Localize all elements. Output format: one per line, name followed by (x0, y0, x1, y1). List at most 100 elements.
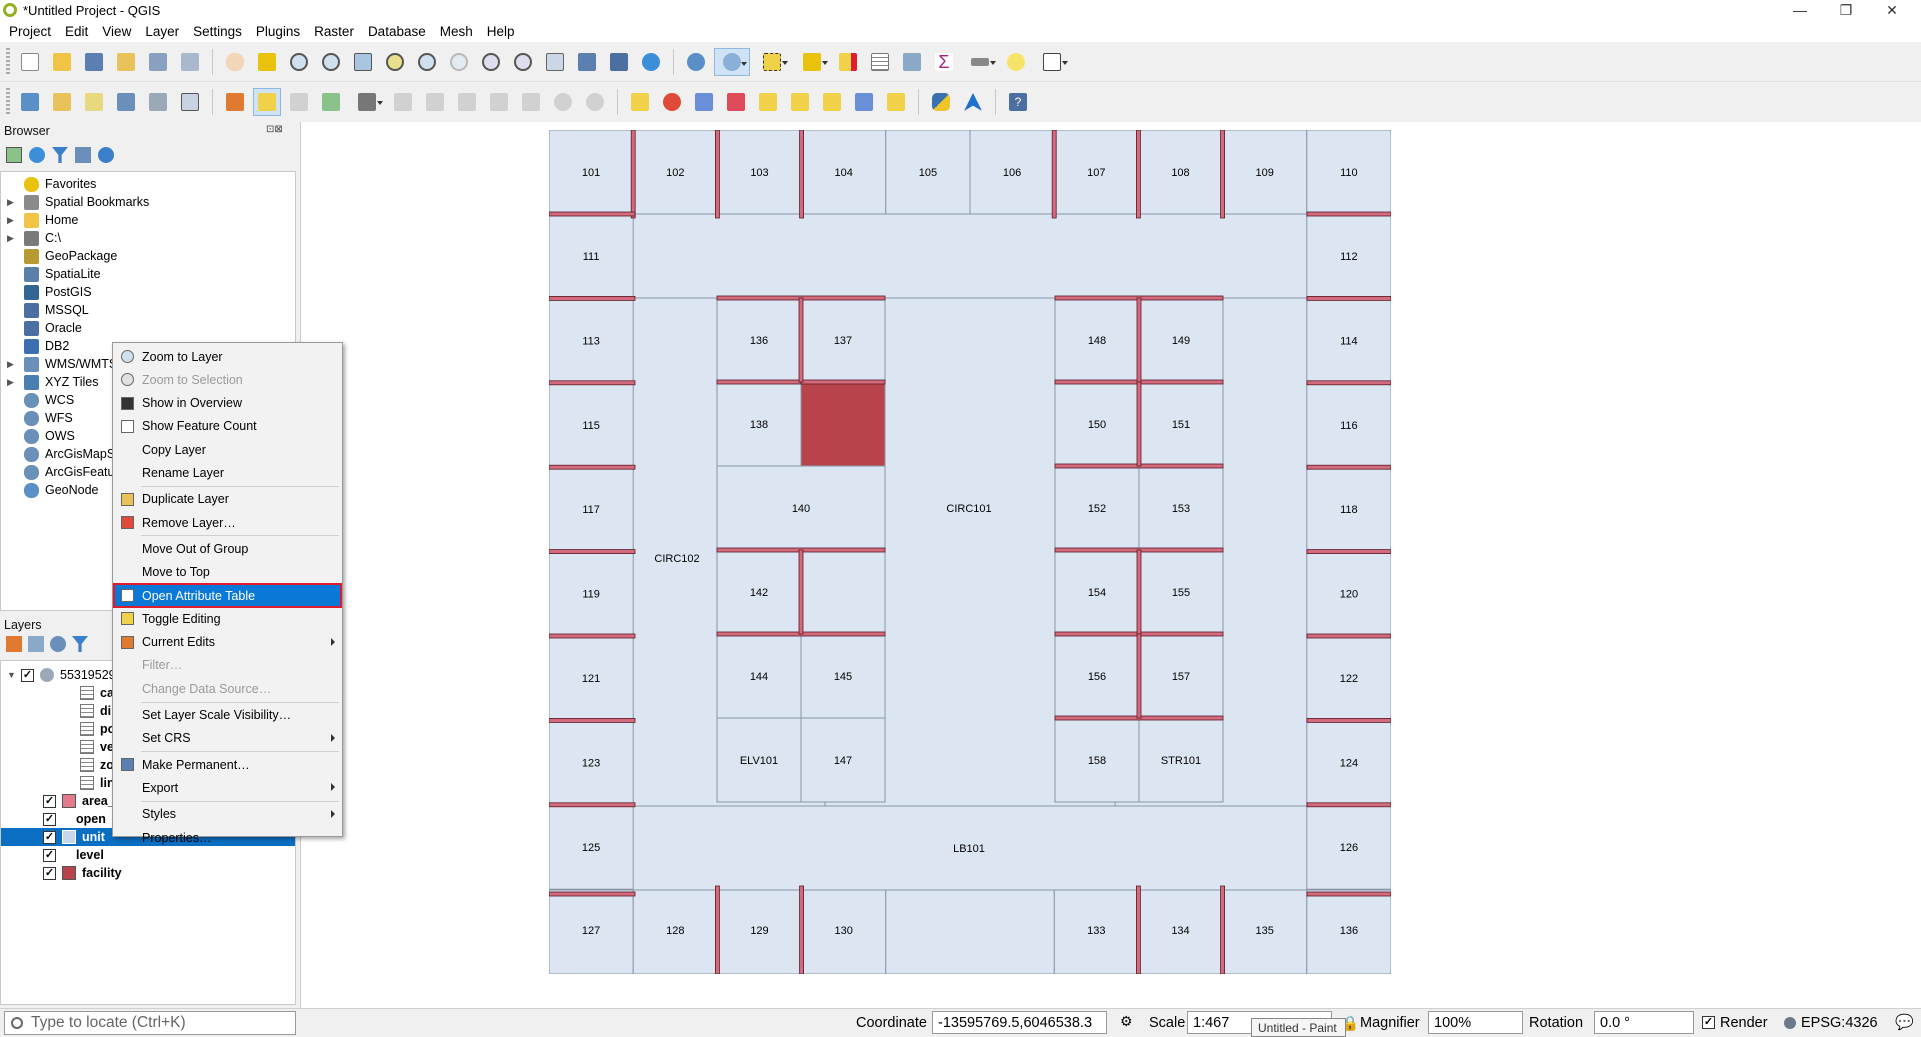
browser-item[interactable]: WCS (1, 391, 74, 409)
change-label-icon[interactable] (882, 88, 910, 116)
layer-diagram-icon[interactable] (658, 88, 686, 116)
context-menu-item[interactable]: Show in Overview (114, 392, 341, 415)
dock-buttons[interactable]: ⊡⊠ (266, 124, 283, 135)
context-menu-item[interactable]: Remove Layer… (114, 511, 341, 534)
magnifier-field[interactable]: 100% (1428, 1011, 1523, 1034)
toolbar-grip[interactable] (6, 47, 10, 76)
label-toolbar-icon[interactable] (626, 88, 654, 116)
toolbar-grip[interactable] (6, 88, 10, 116)
properties-icon[interactable] (98, 147, 114, 163)
python-console-icon[interactable] (927, 88, 955, 116)
new-bookmark-icon[interactable] (573, 48, 601, 76)
field-calculator-icon[interactable] (898, 48, 926, 76)
browser-item[interactable]: ▶ XYZ Tiles (1, 373, 99, 391)
browser-item[interactable]: MSSQL (1, 301, 89, 319)
text-annotation-icon[interactable] (1034, 48, 1070, 76)
menu-project[interactable]: Project (2, 24, 58, 39)
map-canvas[interactable]: 101 102 103 104 105 106 107 108 109 110 127 128 129 1… (300, 122, 1921, 1008)
identify-features-icon[interactable] (714, 47, 750, 76)
locator-search-input[interactable]: Type to locate (Ctrl+K) (4, 1011, 296, 1035)
layout-manager-icon[interactable] (176, 48, 204, 76)
zoom-full-icon[interactable] (349, 48, 377, 76)
new-shapefile-icon[interactable] (80, 88, 108, 116)
context-menu-item[interactable]: Set Layer Scale Visibility… (114, 704, 341, 727)
layer-visibility-checkbox[interactable]: ✓ (43, 848, 56, 862)
expand-arrow-icon[interactable]: ▶ (7, 197, 17, 208)
select-features-icon[interactable] (754, 48, 790, 76)
crs-label[interactable]: EPSG:4326 (1801, 1015, 1878, 1031)
context-menu-item[interactable]: Properties… (114, 826, 341, 849)
menu-database[interactable]: Database (361, 24, 433, 39)
pin-label-icon[interactable] (754, 88, 782, 116)
menu-raster[interactable]: Raster (307, 24, 361, 39)
crs-globe-icon[interactable] (1784, 1017, 1796, 1029)
menu-layer[interactable]: Layer (138, 24, 186, 39)
arrow-plugin-icon[interactable] (959, 88, 987, 116)
open-attribute-table-icon[interactable] (866, 48, 894, 76)
context-menu-item[interactable]: Set CRS (114, 727, 341, 750)
expand-arrow-icon[interactable]: ▶ (7, 359, 17, 370)
browser-item[interactable]: Oracle (1, 319, 82, 337)
data-source-manager-icon[interactable] (16, 88, 44, 116)
open-project-icon[interactable] (48, 48, 76, 76)
menu-help[interactable]: Help (480, 24, 522, 39)
browser-item[interactable]: ▶ Home (1, 211, 78, 229)
show-bookmarks-icon[interactable] (605, 48, 633, 76)
print-layout-icon[interactable] (144, 48, 172, 76)
select-by-value-icon[interactable] (794, 48, 830, 76)
layer-visibility-checkbox[interactable]: ✓ (43, 866, 56, 880)
zoom-native-icon[interactable] (445, 48, 473, 76)
new-geopackage-icon[interactable] (48, 88, 76, 116)
move-label-icon[interactable] (818, 88, 846, 116)
floorplan-map[interactable]: 101 102 103 104 105 106 107 108 109 110 127 128 129 1… (549, 130, 1391, 974)
filter-icon[interactable] (52, 147, 68, 163)
pan-icon[interactable] (221, 48, 249, 76)
unit-room[interactable] (800, 549, 886, 635)
browser-item[interactable]: SpatiaLite (1, 265, 101, 283)
measure-icon[interactable] (962, 48, 998, 76)
cut-features-icon[interactable] (453, 88, 481, 116)
menu-settings[interactable]: Settings (186, 24, 249, 39)
menu-mesh[interactable]: Mesh (433, 24, 480, 39)
identify-icon[interactable] (682, 48, 710, 76)
context-menu-item[interactable]: Show Feature Count (114, 415, 341, 438)
context-menu-item[interactable]: Export (114, 776, 341, 799)
browser-item[interactable]: PostGIS (1, 283, 92, 301)
undo-icon[interactable] (549, 88, 577, 116)
modify-attributes-icon[interactable] (389, 88, 417, 116)
new-spatialite-icon[interactable] (112, 88, 140, 116)
layer-visibility-checkbox[interactable]: ✓ (43, 830, 56, 844)
highlight-pinned-labels-icon[interactable] (690, 88, 718, 116)
context-menu-item[interactable]: Duplicate Layer (114, 488, 341, 511)
browser-item[interactable]: Favorites (1, 175, 96, 193)
menu-plugins[interactable]: Plugins (249, 24, 307, 39)
help-icon[interactable]: ? (1004, 88, 1032, 116)
zoom-layer-icon[interactable] (413, 48, 441, 76)
browser-item[interactable]: ▶ C:\ (1, 229, 61, 247)
expand-arrow-icon[interactable]: ▶ (7, 215, 17, 226)
context-menu-item[interactable]: Toggle Editing (114, 607, 341, 630)
zoom-next-icon[interactable] (509, 48, 537, 76)
browser-item[interactable]: GeoPackage (1, 247, 117, 265)
layer-visibility-checkbox[interactable]: ✓ (43, 794, 56, 808)
collapse-all-icon[interactable] (75, 147, 91, 163)
context-menu-item[interactable]: Move Out of Group (114, 537, 341, 560)
menu-view[interactable]: View (95, 24, 138, 39)
browser-item[interactable]: ▶ Spatial Bookmarks (1, 193, 149, 211)
rotate-label-icon[interactable] (850, 88, 878, 116)
coordinate-field[interactable]: -13595769.5,6046538.3 (932, 1011, 1107, 1034)
open-styling-icon[interactable] (6, 636, 22, 652)
circulation-area[interactable] (632, 213, 1308, 299)
minimize-button[interactable]: — (1777, 0, 1823, 20)
context-menu-item[interactable]: Styles (114, 803, 341, 826)
redo-icon[interactable] (581, 88, 609, 116)
context-menu-item[interactable]: Move to Top (114, 561, 341, 584)
rotation-field[interactable]: 0.0 ° (1594, 1011, 1694, 1034)
browser-item[interactable]: GeoNode (1, 481, 99, 499)
add-feature-icon[interactable] (317, 88, 345, 116)
context-menu-item[interactable]: Copy Layer (114, 438, 341, 461)
save-edits-icon[interactable] (285, 88, 313, 116)
selected-unit[interactable] (800, 381, 886, 467)
unit-room[interactable] (885, 889, 1055, 974)
add-group-icon[interactable] (28, 636, 44, 652)
